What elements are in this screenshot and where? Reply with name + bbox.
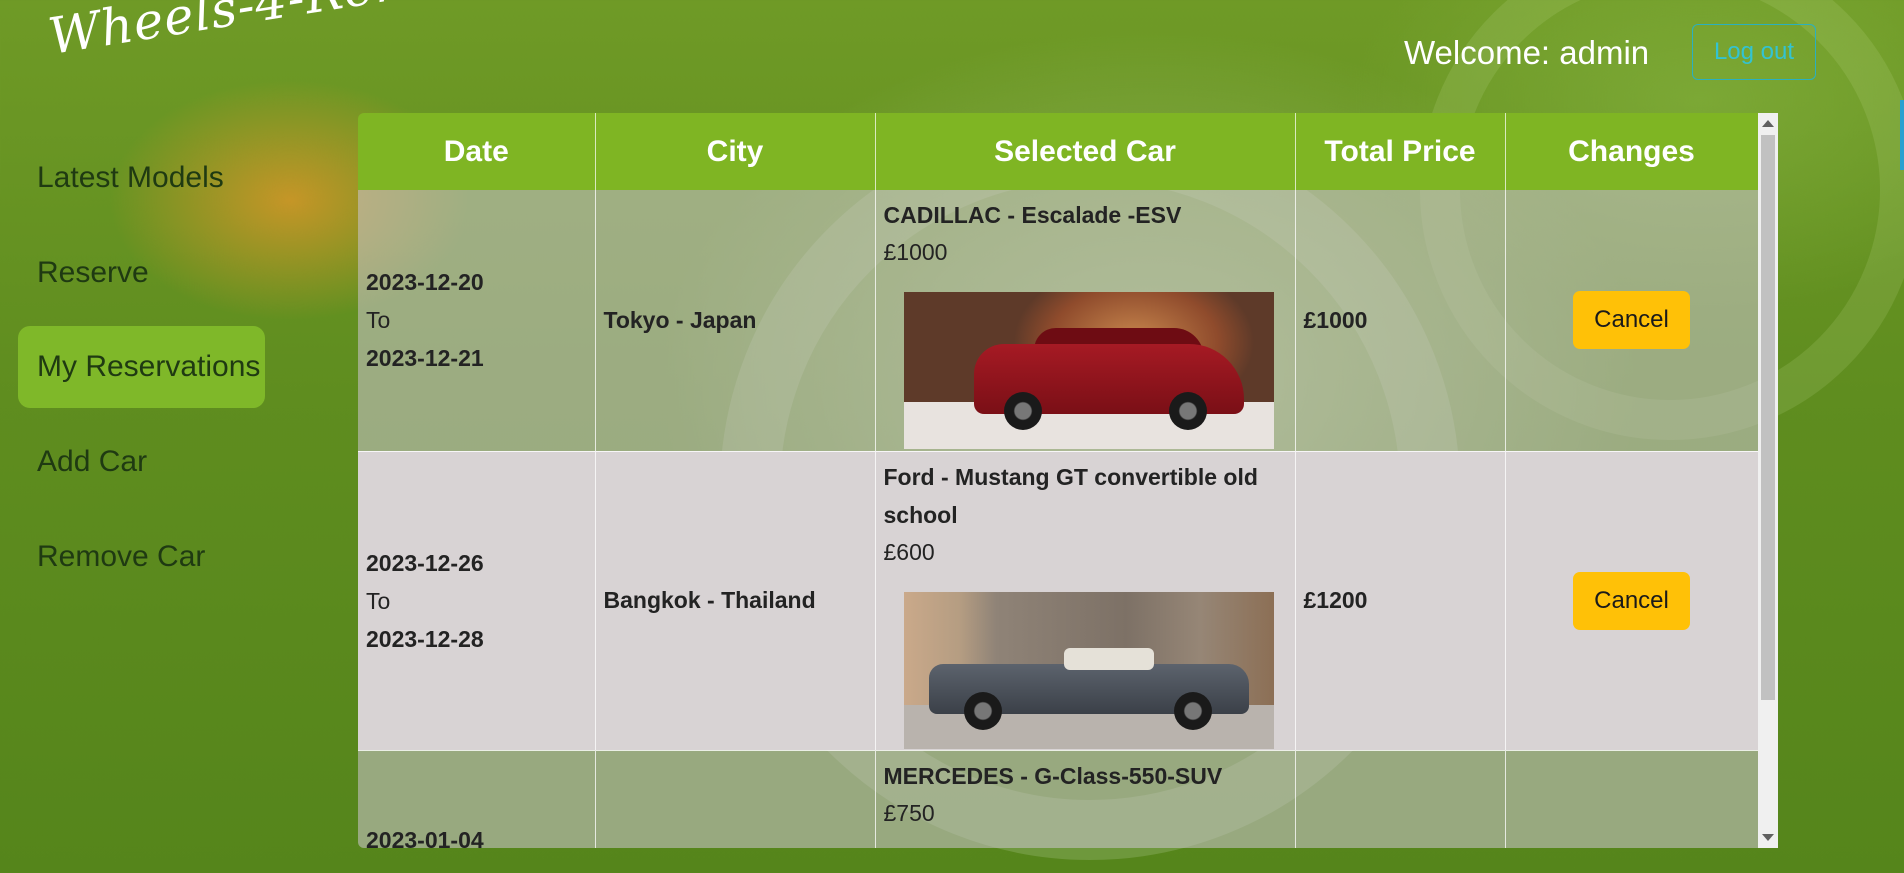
- column-header-date: Date: [358, 113, 596, 190]
- changes-cell: Cancel: [1505, 450, 1759, 750]
- sidebar-item-my-reservations[interactable]: My Reservations: [18, 326, 265, 408]
- column-header-city: City: [595, 113, 876, 190]
- sidebar-item-latest-models[interactable]: Latest Models: [18, 137, 224, 219]
- welcome-text: Welcome: admin: [1404, 34, 1650, 71]
- window-edge-indicator: [1900, 100, 1904, 170]
- date-to-word: To: [366, 587, 391, 614]
- date-from: 2023-01-04: [366, 826, 484, 849]
- changes-cell: [1505, 749, 1759, 848]
- cancel-button[interactable]: Cancel: [1573, 571, 1690, 630]
- car-price: £600: [883, 538, 935, 565]
- table-row: 2023-12-20 To 2023-12-21 Tokyo - Japan C…: [358, 190, 1759, 451]
- sidebar-item-add-car[interactable]: Add Car: [18, 421, 147, 503]
- city-cell: [595, 749, 876, 848]
- selected-car-cell: MERCEDES - G-Class-550-SUV £750: [875, 749, 1296, 848]
- sidebar-item-reserve[interactable]: Reserve: [18, 232, 149, 314]
- date-to: 2023-12-28: [366, 625, 484, 652]
- table-row: 2023-12-26 To 2023-12-28 Bangkok - Thail…: [358, 450, 1759, 750]
- reservations-table: Date City Selected Car Total Price Chang…: [358, 113, 1759, 848]
- date-to-word: To: [366, 307, 391, 334]
- brand-logo[interactable]: Wheels-4-Rent: [45, 0, 432, 102]
- table-scrollbar[interactable]: [1758, 113, 1778, 848]
- selected-car-cell: Ford - Mustang GT convertible old school…: [875, 450, 1296, 750]
- car-name: CADILLAC - Escalade -ESV: [883, 202, 1182, 228]
- total-price-cell: [1295, 749, 1506, 848]
- date-from: 2023-12-26: [366, 549, 484, 576]
- cancel-button[interactable]: Cancel: [1573, 291, 1690, 350]
- city-cell: Bangkok - Thailand: [595, 450, 876, 750]
- date-cell: 2023-12-20 To 2023-12-21: [358, 190, 596, 451]
- car-price: £1000: [883, 239, 948, 265]
- scrollbar-thumb[interactable]: [1761, 135, 1775, 700]
- date-cell: 2023-01-04: [358, 749, 596, 849]
- table-row: 2023-01-04 MERCEDES - G-Class-550-SUV £7…: [358, 749, 1759, 849]
- car-name: MERCEDES - G-Class-550-SUV: [883, 762, 1223, 789]
- date-to: 2023-12-21: [366, 345, 484, 372]
- column-header-total-price: Total Price: [1295, 113, 1506, 190]
- car-name: Ford - Mustang GT convertible old school: [883, 463, 1258, 528]
- date-from: 2023-12-20: [366, 269, 484, 296]
- city-cell: Tokyo - Japan: [595, 190, 876, 451]
- red-suv-photo-icon: [903, 292, 1274, 449]
- reservations-table-container[interactable]: Date City Selected Car Total Price Chang…: [358, 113, 1779, 848]
- scroll-up-arrow-icon[interactable]: [1762, 120, 1774, 127]
- total-price-cell: £1000: [1295, 190, 1506, 451]
- scroll-down-arrow-icon[interactable]: [1762, 834, 1774, 841]
- date-cell: 2023-12-26 To 2023-12-28: [358, 450, 596, 750]
- total-price-cell: £1200: [1295, 450, 1506, 750]
- changes-cell: Cancel: [1505, 190, 1759, 451]
- car-price: £750: [883, 799, 935, 826]
- column-header-changes: Changes: [1505, 113, 1759, 190]
- grey-convertible-photo-icon: [903, 591, 1274, 749]
- table-header-row: Date City Selected Car Total Price Chang…: [358, 113, 1759, 190]
- logout-button[interactable]: Log out: [1692, 24, 1816, 80]
- column-header-selected-car: Selected Car: [875, 113, 1296, 190]
- selected-car-cell: CADILLAC - Escalade -ESV £1000: [875, 190, 1296, 451]
- sidebar-item-remove-car[interactable]: Remove Car: [18, 516, 205, 598]
